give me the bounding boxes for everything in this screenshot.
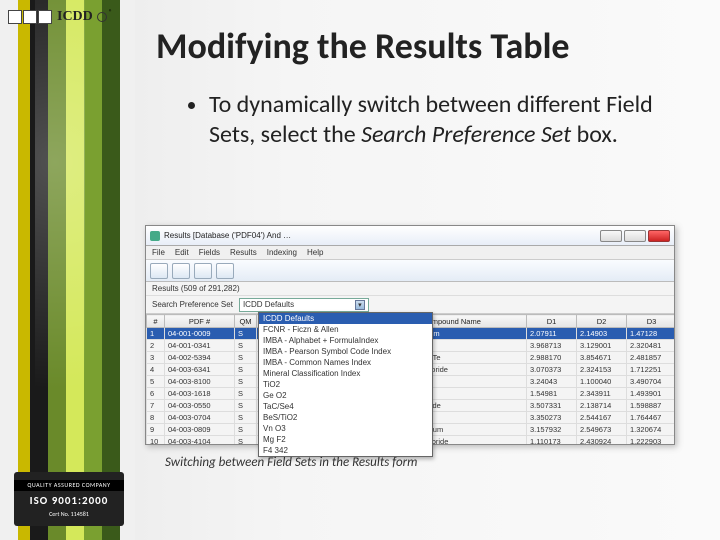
dropdown-option[interactable]: IMBA - Pearson Symbol Code Index: [259, 346, 432, 357]
decorative-stripe: [0, 0, 135, 540]
preference-label: Search Preference Set: [152, 300, 233, 309]
menu-help[interactable]: Help: [307, 248, 323, 257]
select-value: ICDD Defaults: [243, 300, 294, 309]
preference-row: Search Preference Set ICDD Defaults ▾ IC…: [146, 296, 674, 314]
menu-bar: File Edit Fields Results Indexing Help: [146, 246, 674, 260]
dropdown-option[interactable]: TaC/Se4: [259, 401, 432, 412]
iso-top: QUALITY ASSURED COMPANY: [14, 480, 124, 491]
logo-reg: ®: [109, 7, 113, 16]
dropdown-option[interactable]: Ge O2: [259, 390, 432, 401]
save-icon[interactable]: [150, 263, 168, 279]
search-preference-set-select[interactable]: ICDD Defaults ▾: [239, 298, 369, 312]
chevron-down-icon[interactable]: ▾: [355, 300, 365, 310]
results-count: Results (509 of 291,282): [146, 282, 674, 296]
column-header[interactable]: D1: [527, 315, 577, 328]
window-title-text: Results [Database ('PDF04') And …: [164, 231, 291, 240]
dropdown-option[interactable]: F4 342: [259, 445, 432, 456]
toolbar: [146, 260, 674, 282]
figure-caption: Switching between Field Sets in the Resu…: [165, 455, 417, 470]
dropdown-option[interactable]: FCNR - Ficzn & Allen: [259, 324, 432, 335]
column-header[interactable]: QM: [235, 315, 257, 328]
iso-bot: Cert No. 114581: [49, 511, 89, 518]
column-header[interactable]: D3: [627, 315, 675, 328]
dropdown-option[interactable]: Vn O3: [259, 423, 432, 434]
menu-edit[interactable]: Edit: [175, 248, 189, 257]
dropdown-option[interactable]: Mg F2: [259, 434, 432, 445]
print-icon[interactable]: [172, 263, 190, 279]
iso-badge: QUALITY ASSURED COMPANY ISO 9001:2000 Ce…: [14, 472, 124, 526]
preference-dropdown[interactable]: ICDD DefaultsFCNR - Ficzn & AllenIMBA - …: [258, 312, 433, 457]
check-icon[interactable]: [194, 263, 212, 279]
menu-indexing[interactable]: Indexing: [267, 248, 297, 257]
maximize-button[interactable]: [624, 230, 646, 242]
results-window: Results [Database ('PDF04') And … File Ed…: [145, 225, 675, 445]
iso-mid: ISO 9001:2000: [30, 491, 109, 510]
bullet-suffix: box.: [571, 120, 618, 149]
bullet-emphasis: Search Preference Set: [361, 120, 571, 149]
slide-title: Modifying the Results Table: [156, 24, 690, 68]
window-icon: [150, 231, 160, 241]
dropdown-option[interactable]: TiO2: [259, 379, 432, 390]
window-titlebar: Results [Database ('PDF04') And …: [146, 226, 674, 246]
dropdown-option[interactable]: IMBA - Common Names Index: [259, 357, 432, 368]
icdd-logo: ICDD ®: [8, 6, 123, 28]
column-header[interactable]: PDF #: [165, 315, 235, 328]
menu-results[interactable]: Results: [230, 248, 257, 257]
menu-file[interactable]: File: [152, 248, 165, 257]
menu-fields[interactable]: Fields: [199, 248, 220, 257]
column-header[interactable]: #: [147, 315, 165, 328]
close-button[interactable]: [648, 230, 670, 242]
list-icon[interactable]: [216, 263, 234, 279]
dropdown-option[interactable]: BeS/TiO2: [259, 412, 432, 423]
bullet-text: To dynamically switch between different …: [185, 90, 660, 150]
minimize-button[interactable]: [600, 230, 622, 242]
column-header[interactable]: D2: [577, 315, 627, 328]
dropdown-option[interactable]: IMBA - Alphabet + FormulaIndex: [259, 335, 432, 346]
slide: ICDD ® QUALITY ASSURED COMPANY ISO 9001:…: [0, 0, 720, 540]
dropdown-option[interactable]: ICDD Defaults: [259, 313, 432, 324]
dropdown-option[interactable]: Mineral Classification Index: [259, 368, 432, 379]
logo-text: ICDD: [57, 9, 93, 25]
